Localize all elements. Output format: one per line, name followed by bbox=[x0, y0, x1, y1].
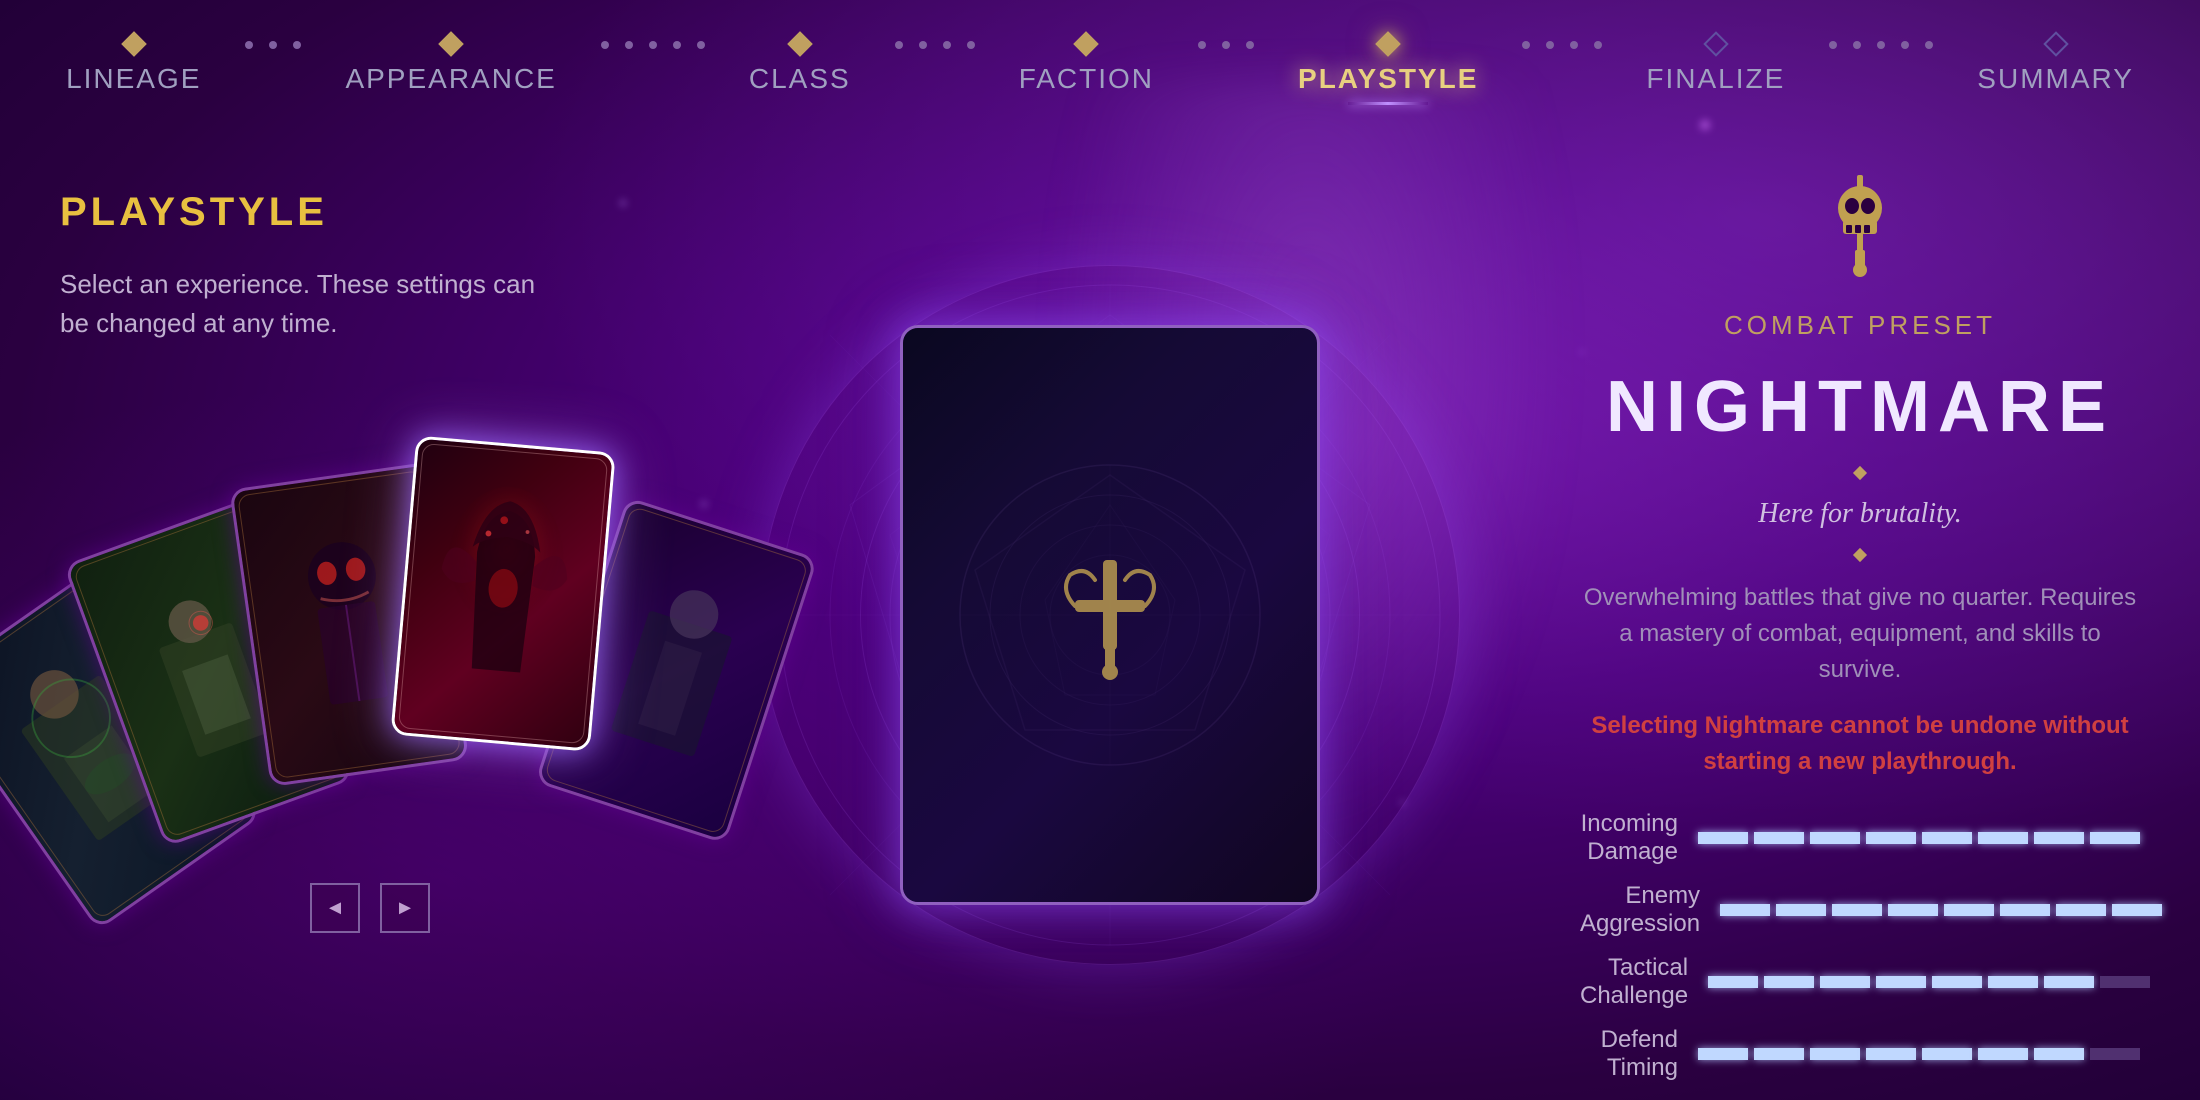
stat-enemy-aggression: Enemy Aggression bbox=[1580, 882, 2140, 938]
stat-bar bbox=[1866, 1048, 1916, 1060]
stat-bars-incoming-damage bbox=[1698, 832, 2140, 844]
stat-incoming-damage: Incoming Damage bbox=[1580, 810, 2140, 866]
cards-container: ◄ ► bbox=[60, 393, 680, 973]
sidebar-item-lineage[interactable]: Lineage bbox=[26, 35, 241, 95]
stat-bar bbox=[1876, 976, 1926, 988]
stat-bar bbox=[1978, 832, 2028, 844]
center-panel bbox=[700, 130, 1520, 1100]
stat-bar bbox=[1754, 832, 1804, 844]
nav-label-faction: Faction bbox=[1019, 63, 1154, 95]
nav-dot-playstyle bbox=[1375, 31, 1400, 56]
combat-preset-name: NIGHTMARE bbox=[1580, 366, 2140, 448]
stat-bar bbox=[1810, 832, 1860, 844]
stat-bar bbox=[1776, 904, 1826, 916]
stat-bar bbox=[2034, 832, 2084, 844]
stat-bar bbox=[1810, 1048, 1860, 1060]
stat-bar bbox=[2100, 976, 2150, 988]
stat-bar bbox=[1754, 1048, 1804, 1060]
stat-bar bbox=[1988, 976, 2038, 988]
nav-dot-finalize bbox=[1703, 31, 1728, 56]
stat-bar bbox=[2034, 1048, 2084, 1060]
stat-bar bbox=[1832, 904, 1882, 916]
playstyle-card-selected[interactable] bbox=[390, 435, 615, 751]
preset-description: Overwhelming battles that give no quarte… bbox=[1580, 580, 2140, 688]
preset-tagline: Here for brutality. bbox=[1580, 498, 2140, 530]
sidebar-item-summary[interactable]: Summary bbox=[1937, 35, 2174, 95]
navigation-bar: Lineage Appearance Class Faction bbox=[0, 0, 2200, 130]
left-panel: PLAYSTYLE Select an experience. These se… bbox=[0, 130, 700, 1100]
stat-bar bbox=[2044, 976, 2094, 988]
stat-bar bbox=[1820, 976, 1870, 988]
stat-label-tactical-challenge: Tactical Challenge bbox=[1580, 954, 1688, 1010]
section-title: PLAYSTYLE bbox=[60, 190, 640, 235]
stat-tactical-challenge: Tactical Challenge bbox=[1580, 954, 2140, 1010]
stat-bar bbox=[1720, 904, 1770, 916]
stat-label-enemy-aggression: Enemy Aggression bbox=[1580, 882, 1700, 938]
nav-label-finalize: Finalize bbox=[1646, 63, 1785, 95]
nav-dot-class bbox=[787, 31, 812, 56]
stat-bar bbox=[2090, 832, 2140, 844]
card-art-4 bbox=[416, 470, 591, 718]
stat-bar bbox=[1708, 976, 1758, 988]
stat-bar bbox=[2056, 904, 2106, 916]
nav-label-playstyle: Playstyle bbox=[1298, 63, 1478, 95]
nav-items: Lineage Appearance Class Faction bbox=[26, 35, 2174, 95]
warning-text: Selecting Nightmare cannot be undone wit… bbox=[1580, 708, 2140, 780]
next-card-button[interactable]: ► bbox=[380, 883, 430, 933]
stat-label-incoming-damage: Incoming Damage bbox=[1580, 810, 1678, 866]
stat-bar bbox=[1922, 1048, 1972, 1060]
sidebar-item-playstyle[interactable]: Playstyle bbox=[1258, 35, 1518, 95]
stat-bar bbox=[2090, 1048, 2140, 1060]
nav-label-summary: Summary bbox=[1977, 63, 2134, 95]
main-content: PLAYSTYLE Select an experience. These se… bbox=[0, 130, 2200, 1100]
stat-bars-defend-timing bbox=[1698, 1048, 2140, 1060]
stat-bar bbox=[2000, 904, 2050, 916]
stat-bars-tactical-challenge bbox=[1708, 976, 2150, 988]
nav-label-class: Class bbox=[749, 63, 851, 95]
skull-icon bbox=[1810, 170, 1910, 280]
nav-dot-summary bbox=[2043, 31, 2068, 56]
right-panel: COMBAT PRESET NIGHTMARE Here for brutali… bbox=[1520, 130, 2200, 1100]
combat-preset-icon-container bbox=[1580, 170, 2140, 280]
section-description: Select an experience. These settings can… bbox=[60, 265, 560, 343]
prev-card-button[interactable]: ◄ bbox=[310, 883, 360, 933]
nav-connector bbox=[891, 41, 979, 49]
stat-bar bbox=[2112, 904, 2162, 916]
stat-bar bbox=[1698, 1048, 1748, 1060]
nav-connector bbox=[597, 41, 709, 49]
sidebar-item-finalize[interactable]: Finalize bbox=[1606, 35, 1825, 95]
nav-label-lineage: Lineage bbox=[66, 63, 201, 95]
nav-dot-appearance bbox=[438, 31, 463, 56]
stat-bar bbox=[1978, 1048, 2028, 1060]
stat-label-defend-timing: Defend Timing bbox=[1580, 1026, 1678, 1082]
nav-connector bbox=[1825, 41, 1937, 49]
divider-diamond bbox=[1853, 548, 1867, 562]
stat-bars-enemy-aggression bbox=[1720, 904, 2162, 916]
card-navigation: ◄ ► bbox=[310, 883, 430, 933]
sidebar-item-faction[interactable]: Faction bbox=[979, 35, 1194, 95]
card-symbol bbox=[1045, 550, 1175, 680]
stat-bar bbox=[1932, 976, 1982, 988]
divider-diamond bbox=[1853, 466, 1867, 480]
stat-bar bbox=[1944, 904, 1994, 916]
stat-bar bbox=[1922, 832, 1972, 844]
stat-defend-timing: Defend Timing bbox=[1580, 1026, 2140, 1082]
nav-connector bbox=[1194, 41, 1258, 49]
nav-active-indicator bbox=[1348, 102, 1428, 105]
nav-dot-lineage bbox=[121, 31, 146, 56]
nav-dot-faction bbox=[1074, 31, 1099, 56]
nav-connector bbox=[1518, 41, 1606, 49]
combat-preset-label: COMBAT PRESET bbox=[1580, 310, 2140, 341]
stat-bar bbox=[1888, 904, 1938, 916]
sidebar-item-class[interactable]: Class bbox=[709, 35, 891, 95]
stats-container: Incoming Damage Enemy Aggression bbox=[1580, 810, 2140, 1082]
stat-bar bbox=[1764, 976, 1814, 988]
nav-label-appearance: Appearance bbox=[345, 63, 556, 95]
selected-card-large[interactable] bbox=[900, 325, 1320, 905]
sidebar-item-appearance[interactable]: Appearance bbox=[305, 35, 596, 95]
stat-bar bbox=[1866, 832, 1916, 844]
nav-connector bbox=[241, 41, 305, 49]
stat-bar bbox=[1698, 832, 1748, 844]
